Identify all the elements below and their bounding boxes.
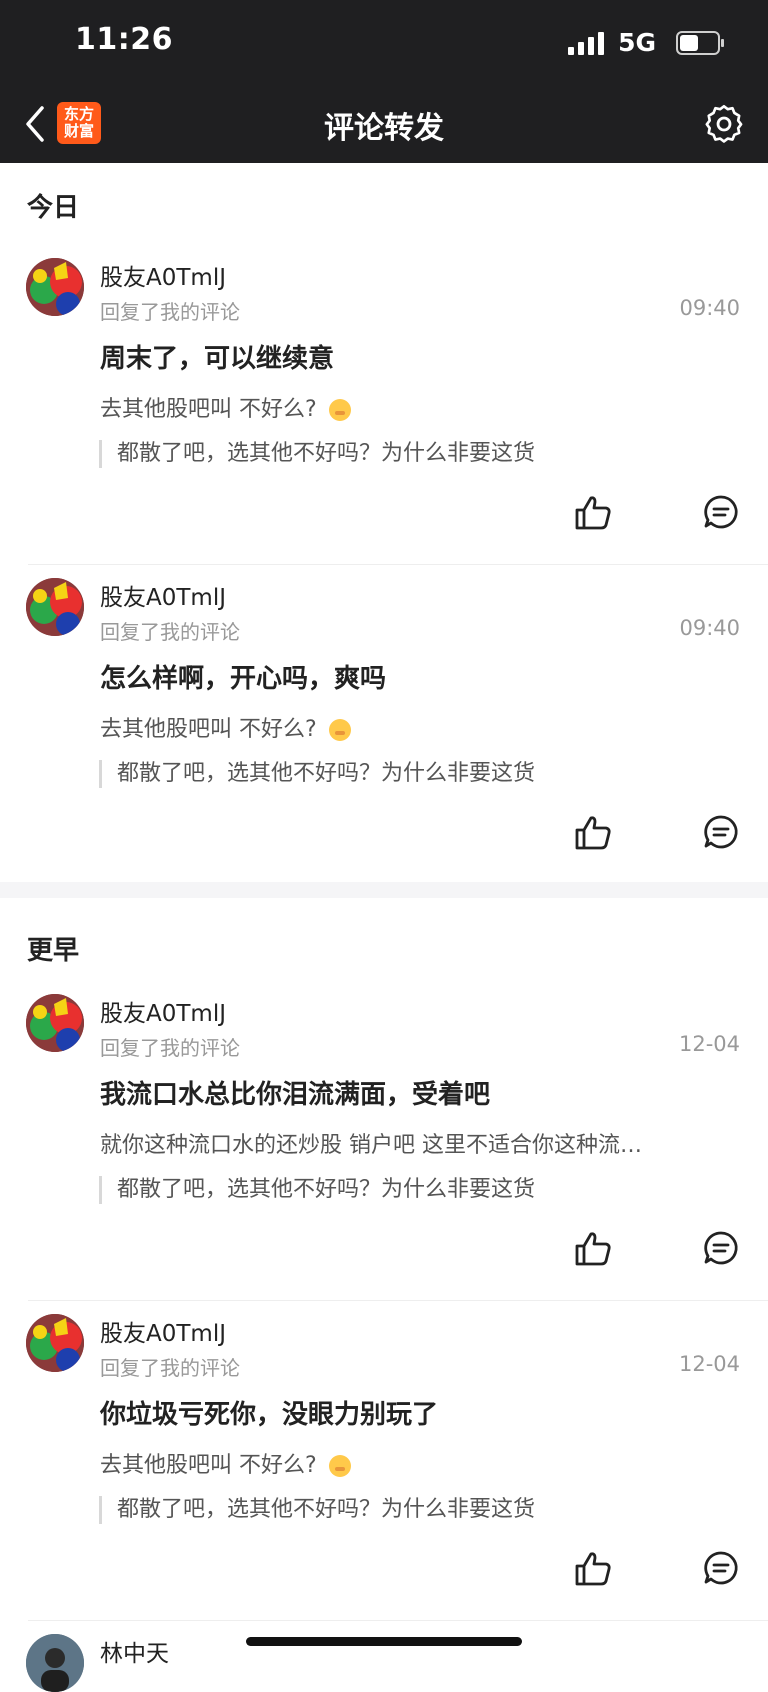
chat-bubble-icon[interactable]	[703, 1230, 739, 1266]
action-text: 回复了我的评论	[100, 300, 240, 324]
thumbs-up-icon[interactable]	[574, 494, 612, 532]
user-name[interactable]: 股友A0TmlJ	[100, 258, 226, 292]
timestamp: 12-04	[678, 1352, 740, 1376]
top-bar: 11:26 5G 东方 财富 评论转发	[0, 0, 768, 163]
replied-to-text-value: 去其他股吧叫 不好么?	[100, 397, 317, 422]
action-text: 回复了我的评论	[100, 1356, 240, 1380]
reply-content[interactable]: 我流口水总比你泪流满面，受着吧	[100, 1074, 490, 1111]
divider	[28, 564, 768, 565]
status-indicators: 5G	[568, 28, 724, 57]
replied-to-text[interactable]: 就你这种流口水的还炒股 销户吧 这里不适合你这种流…	[100, 1127, 642, 1159]
user-name[interactable]: 股友A0TmlJ	[100, 578, 226, 612]
divider	[28, 1620, 768, 1621]
thumbs-up-icon[interactable]	[574, 1230, 612, 1268]
replied-to-text[interactable]: 去其他股吧叫 不好么?	[100, 711, 351, 743]
action-text: 回复了我的评论	[100, 620, 240, 644]
replied-to-text-value: 去其他股吧叫 不好么?	[100, 717, 317, 742]
reply-content[interactable]: 怎么样啊，开心吗，爽吗	[100, 658, 386, 695]
thumbs-up-icon[interactable]	[574, 1550, 612, 1588]
gear-icon[interactable]	[704, 104, 744, 144]
hand-over-mouth-emoji-icon	[328, 1455, 351, 1477]
quoted-original-comment[interactable]: 都散了吧，选其他不好吗？为什么非要这货	[99, 440, 535, 468]
chat-bubble-icon[interactable]	[703, 814, 739, 850]
section-title-earlier: 更早	[27, 936, 80, 966]
quoted-original-comment[interactable]: 都散了吧，选其他不好吗？为什么非要这货	[99, 760, 535, 788]
avatar[interactable]	[26, 1634, 84, 1692]
home-indicator[interactable]	[246, 1637, 522, 1646]
thumbs-up-icon[interactable]	[574, 814, 612, 852]
reply-content[interactable]: 你垃圾亏死你，没眼力别玩了	[100, 1394, 438, 1431]
replied-to-text-value: 去其他股吧叫 不好么?	[100, 1453, 317, 1478]
hand-over-mouth-emoji-icon	[328, 719, 351, 741]
timestamp: 09:40	[679, 296, 740, 320]
hand-over-mouth-emoji-icon	[328, 399, 351, 421]
avatar[interactable]	[26, 578, 84, 636]
page-title: 评论转发	[324, 111, 444, 146]
quoted-original-comment[interactable]: 都散了吧，选其他不好吗？为什么非要这货	[99, 1496, 535, 1524]
divider	[28, 1300, 768, 1301]
battery-icon	[676, 30, 724, 55]
avatar[interactable]	[26, 258, 84, 316]
chat-bubble-icon[interactable]	[703, 494, 739, 530]
avatar[interactable]	[26, 994, 84, 1052]
replied-to-text[interactable]: 去其他股吧叫 不好么?	[100, 391, 351, 423]
avatar[interactable]	[26, 1314, 84, 1372]
timestamp: 09:40	[679, 616, 740, 640]
reply-content[interactable]: 周末了，可以继续意	[100, 338, 334, 375]
replied-to-text[interactable]: 去其他股吧叫 不好么?	[100, 1447, 351, 1479]
section-title-today: 今日	[27, 193, 80, 223]
chat-bubble-icon[interactable]	[703, 1550, 739, 1586]
user-name[interactable]: 股友A0TmlJ	[100, 994, 226, 1028]
action-text: 回复了我的评论	[100, 1036, 240, 1060]
status-time: 11:26	[75, 22, 173, 57]
user-name[interactable]: 股友A0TmlJ	[100, 1314, 226, 1348]
timestamp: 12-04	[678, 1032, 740, 1056]
network-type: 5G	[618, 28, 656, 57]
quoted-original-comment[interactable]: 都散了吧，选其他不好吗？为什么非要这货	[99, 1176, 535, 1204]
user-name[interactable]: 林中天	[100, 1634, 169, 1668]
section-separator	[0, 882, 768, 898]
cellular-signal-icon	[568, 31, 605, 55]
